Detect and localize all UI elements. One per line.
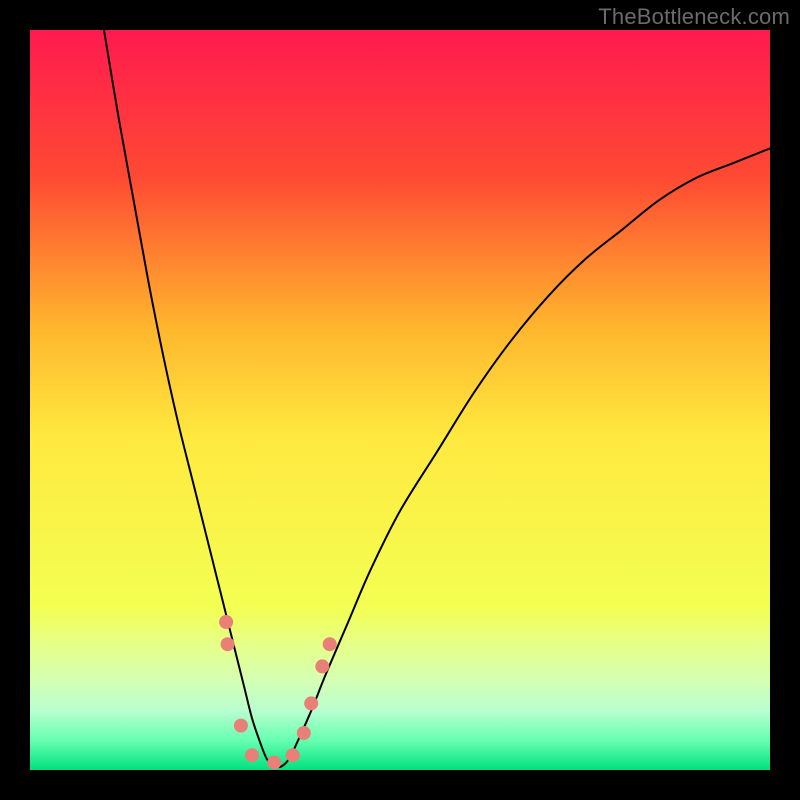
data-marker [297,726,311,740]
data-marker [286,748,300,762]
watermark-label: TheBottleneck.com [598,4,790,30]
curve-layer [30,30,770,770]
data-marker [304,696,318,710]
data-marker [221,637,235,651]
data-marker [219,615,233,629]
data-marker [315,659,329,673]
data-marker [323,637,337,651]
data-marker [234,719,248,733]
data-marker [245,748,259,762]
plot-area [30,30,770,770]
bottleneck-curve [104,30,770,767]
chart-container: TheBottleneck.com [0,0,800,800]
data-marker [267,756,281,770]
